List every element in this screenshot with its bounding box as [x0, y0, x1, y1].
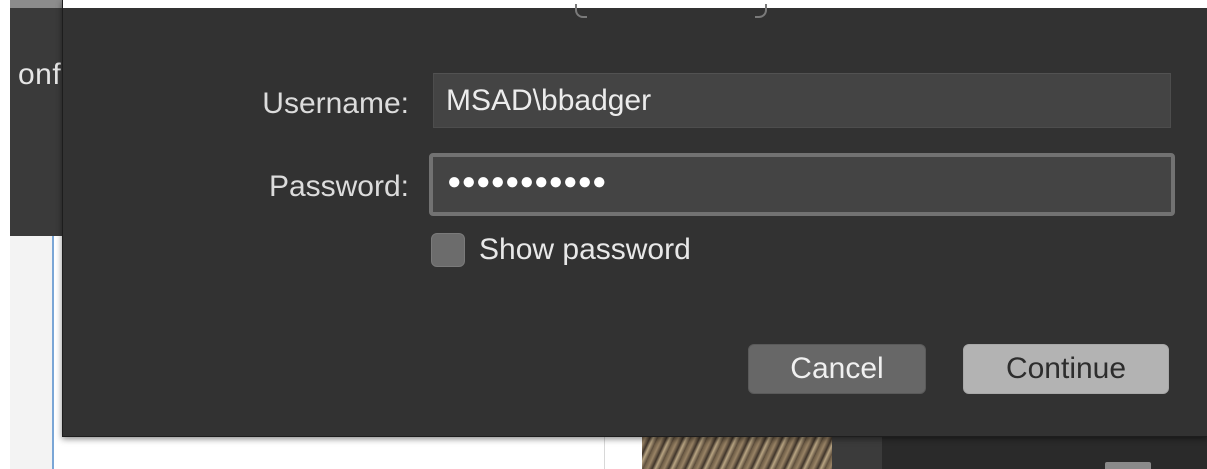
username-field[interactable] — [433, 73, 1171, 128]
username-label: Username: — [262, 87, 409, 120]
background-window-content — [10, 236, 54, 469]
password-field[interactable]: ●●●●●●●●●●● — [429, 153, 1175, 216]
dialog-top-edge — [63, 0, 1207, 8]
background-window-text: onfi — [18, 58, 69, 91]
background-dark-panel — [882, 436, 1207, 469]
password-masked-value: ●●●●●●●●●●● — [447, 168, 607, 195]
title-paren-left — [575, 4, 587, 18]
background-divider — [604, 436, 605, 469]
background-window: onfi — [10, 8, 70, 236]
show-password-row[interactable]: Show password — [431, 232, 691, 268]
screen: onfi Username: Password: ●●●●●●●●●●● Sho… — [0, 0, 1207, 469]
dialog-title-remnant — [63, 4, 1207, 18]
show-password-checkbox[interactable] — [431, 233, 465, 267]
credentials-dialog: Username: Password: ●●●●●●●●●●● Show pas… — [62, 0, 1207, 437]
password-label: Password: — [268, 170, 409, 203]
title-paren-right — [755, 4, 767, 18]
background-panel — [832, 436, 882, 469]
show-password-label[interactable]: Show password — [479, 233, 691, 267]
background-photo — [642, 436, 832, 469]
cancel-button[interactable]: Cancel — [748, 344, 926, 394]
continue-button[interactable]: Continue — [963, 344, 1169, 394]
background-control — [1105, 462, 1151, 469]
